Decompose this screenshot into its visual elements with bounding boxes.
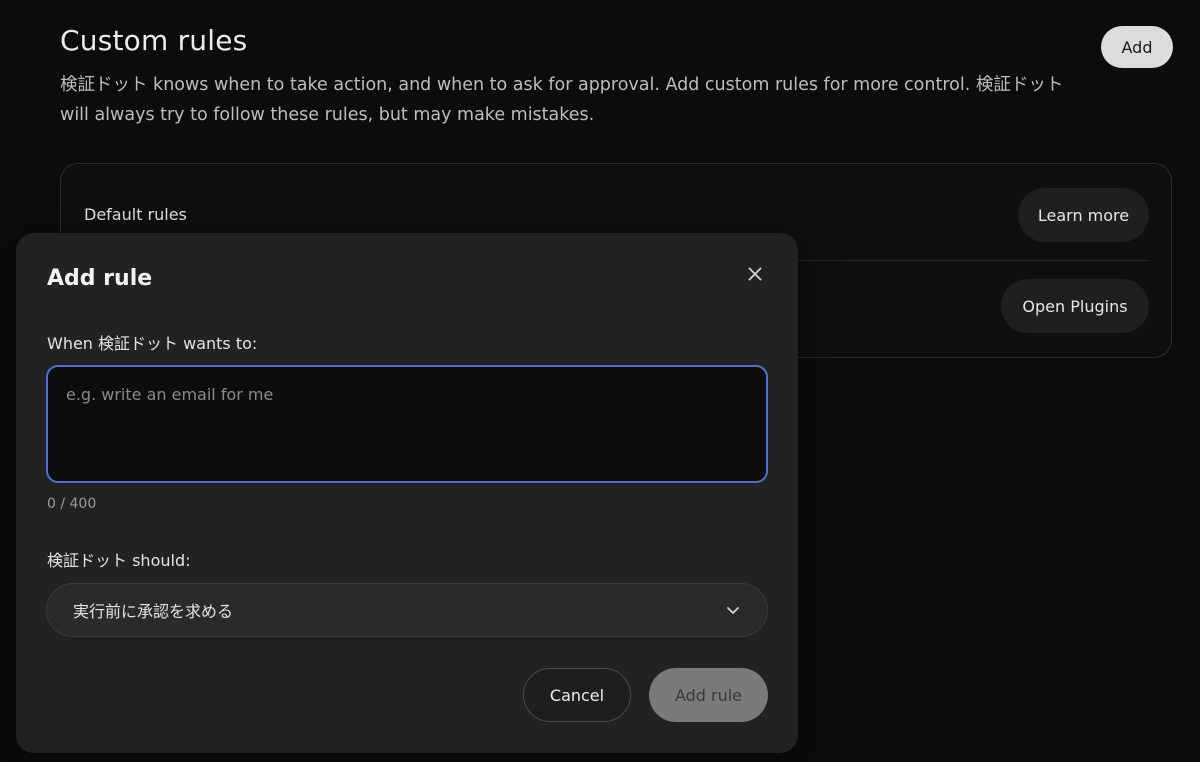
add-button[interactable]: Add <box>1101 26 1173 68</box>
when-input-wrapper <box>46 365 768 483</box>
page-description: 検証ドット knows when to take action, and whe… <box>60 75 1064 125</box>
should-label: 検証ドット should: <box>47 551 191 570</box>
when-input[interactable] <box>48 367 766 481</box>
should-select-value: 実行前に承認を求める <box>73 602 234 621</box>
open-plugins-button[interactable]: Open Plugins <box>1001 279 1149 333</box>
add-rule-button[interactable]: Add rule <box>649 668 768 722</box>
learn-more-button[interactable]: Learn more <box>1018 188 1149 242</box>
should-select[interactable]: 実行前に承認を求める <box>46 583 768 637</box>
cancel-button[interactable]: Cancel <box>523 668 631 722</box>
char-count: 0 / 400 <box>47 496 97 512</box>
dialog-title: Add rule <box>47 266 153 291</box>
default-rules-label: Default rules <box>84 205 187 224</box>
close-icon[interactable] <box>742 261 768 287</box>
chevron-down-icon <box>725 602 741 618</box>
when-label: When 検証ドット wants to: <box>47 334 258 353</box>
custom-rules-page: Custom rules 検証ドット knows when to take ac… <box>0 0 1200 762</box>
add-rule-dialog: Add rule When 検証ドット wants to: 0 / 400 検証… <box>16 233 798 753</box>
page-title: Custom rules <box>60 24 248 57</box>
